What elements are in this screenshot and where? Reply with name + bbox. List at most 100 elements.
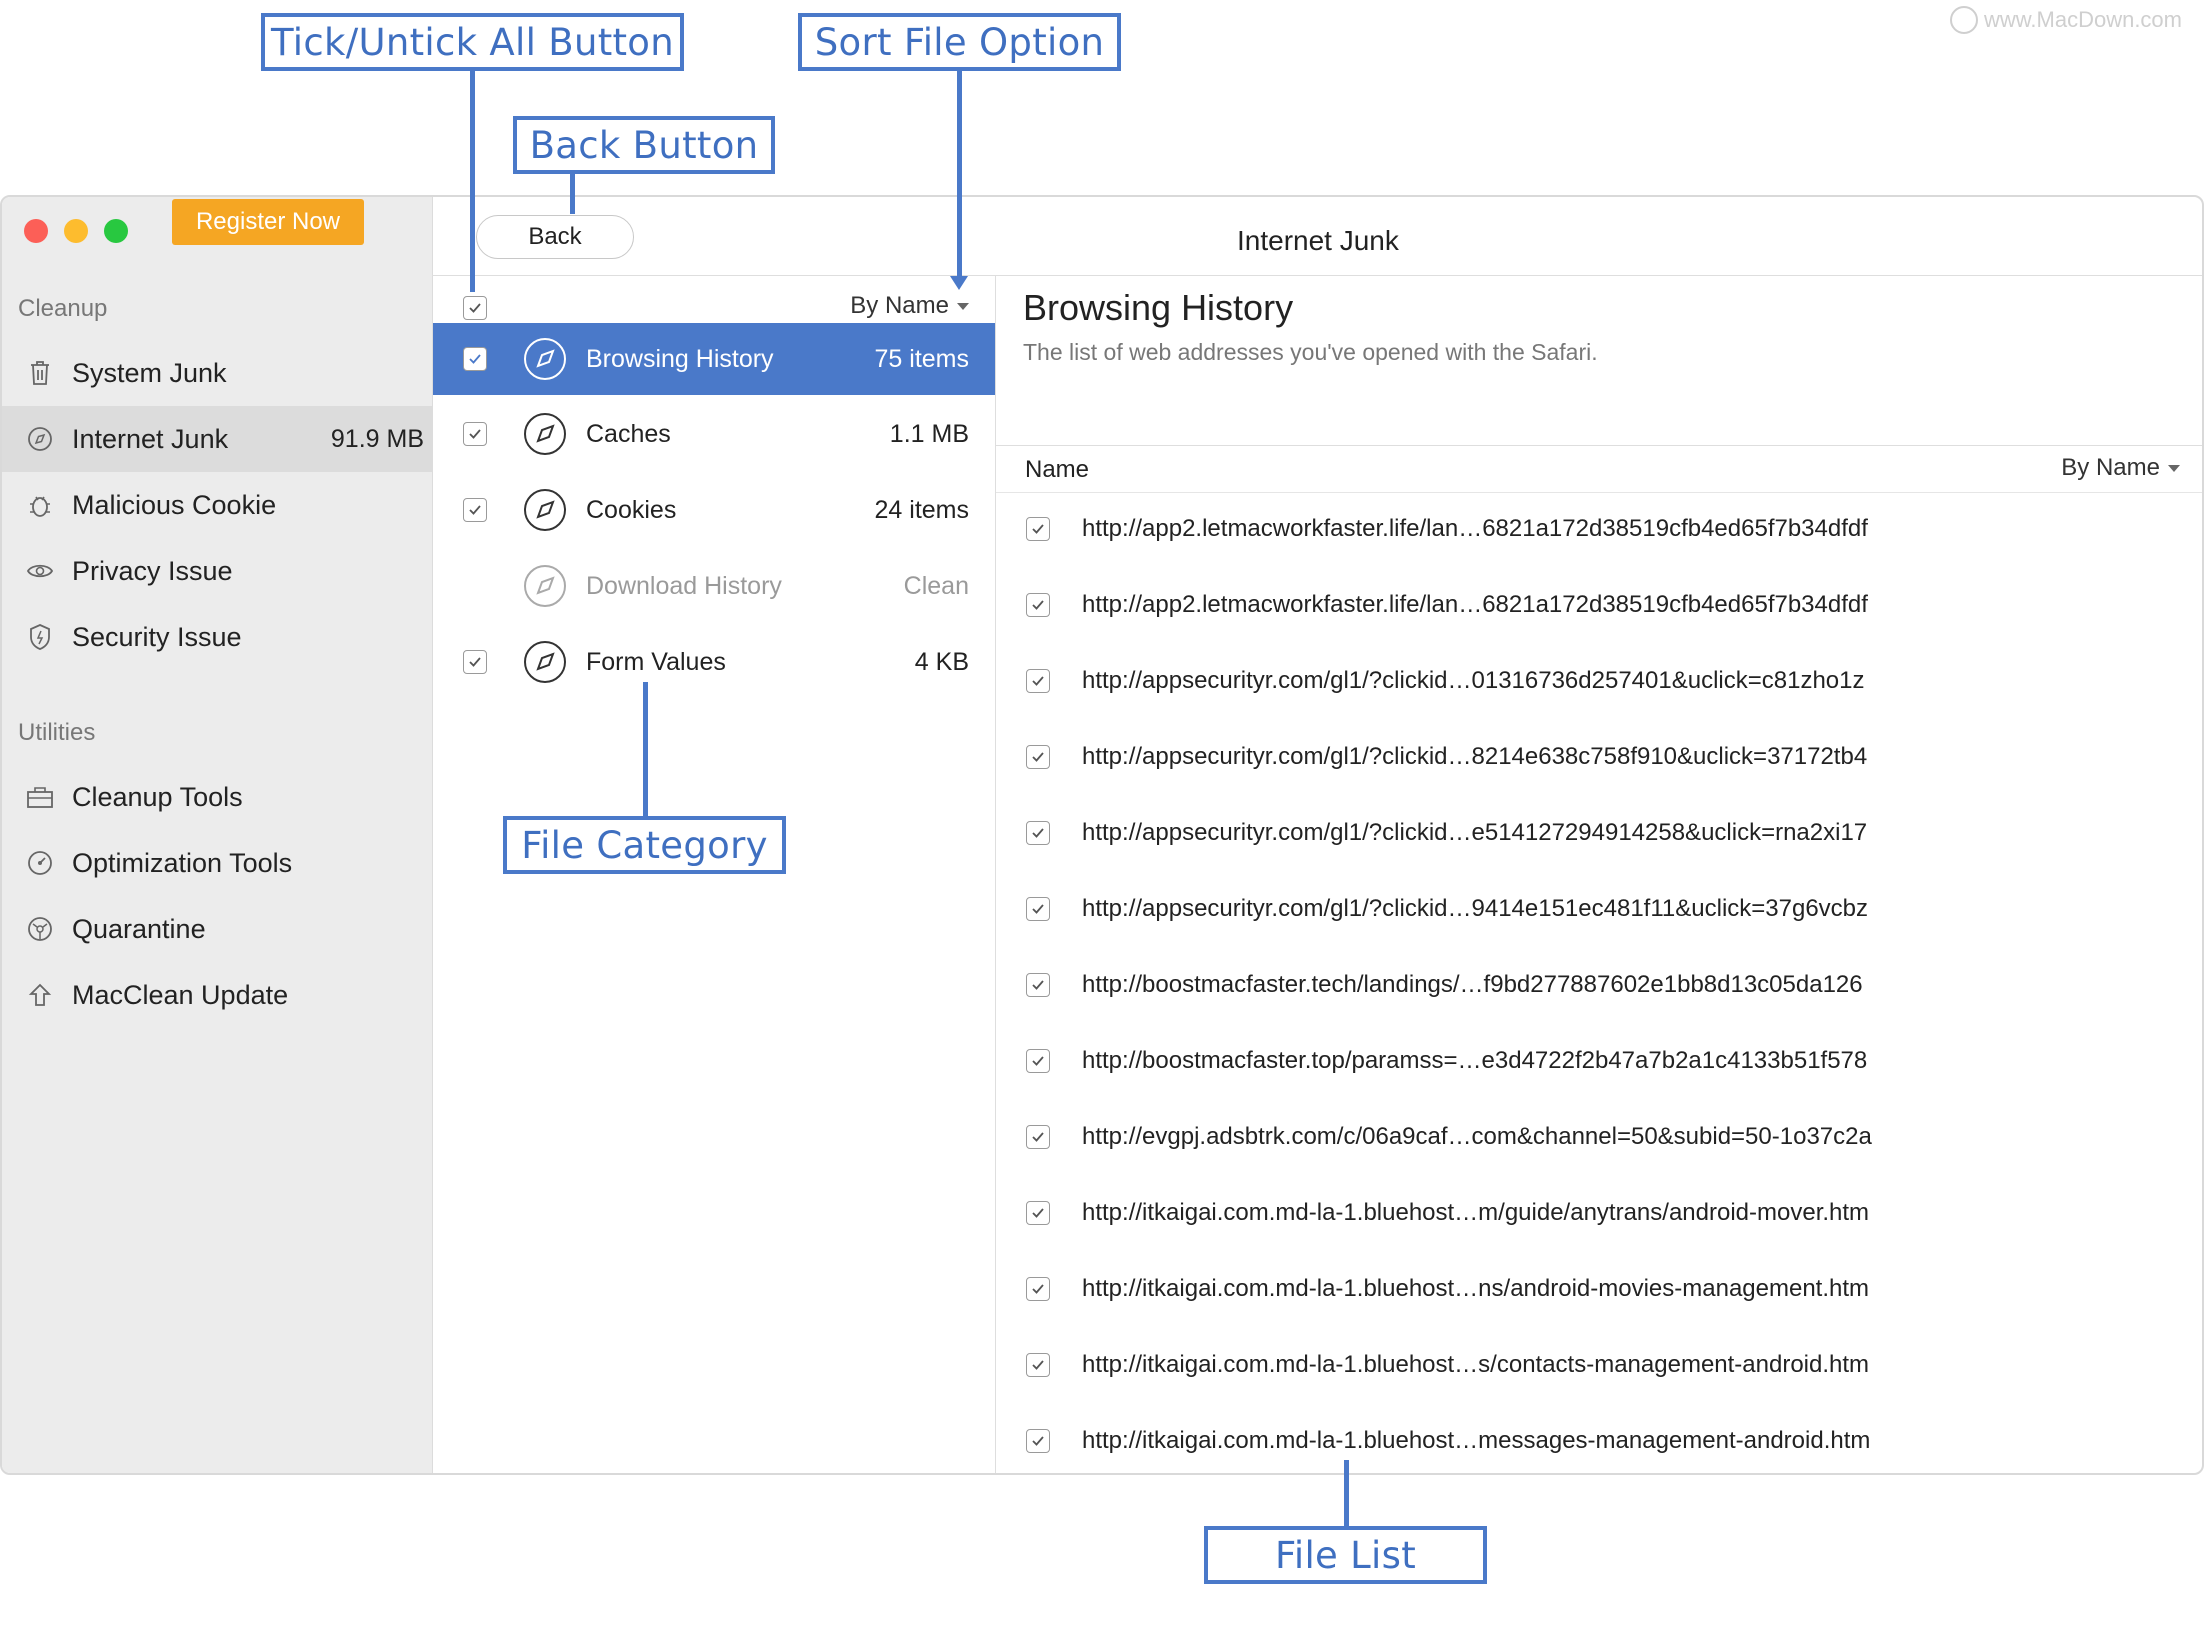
callout-back-button: Back Button bbox=[513, 116, 775, 174]
toolbox-icon bbox=[26, 783, 54, 811]
compass-icon bbox=[26, 425, 54, 453]
file-row[interactable]: http://evgpj.adsbtrk.com/c/06a9caf…com&c… bbox=[996, 1101, 2202, 1177]
checkmark-icon bbox=[1032, 1284, 1044, 1294]
file-checkbox[interactable] bbox=[1026, 1429, 1050, 1453]
file-url: http://app2.letmacworkfaster.life/lan…68… bbox=[1082, 591, 1868, 618]
file-checkbox[interactable] bbox=[1026, 973, 1050, 997]
category-name: Browsing History bbox=[586, 345, 774, 373]
file-checkbox[interactable] bbox=[1026, 517, 1050, 541]
sidebar-item-label: Malicious Cookie bbox=[72, 489, 277, 520]
checkmark-icon bbox=[469, 657, 481, 667]
watermark: www.MacDown.com bbox=[1949, 6, 2182, 34]
category-size: 1.1 MB bbox=[889, 420, 969, 448]
file-url: http://itkaigai.com.md-la-1.bluehost…s/c… bbox=[1082, 1351, 1870, 1378]
file-url: http://boostmacfaster.tech/landings/…f9b… bbox=[1082, 971, 1863, 998]
trash-icon bbox=[26, 359, 54, 387]
sidebar-item-label: MacClean Update bbox=[72, 979, 289, 1010]
sidebar-item-label: Internet Junk bbox=[72, 423, 229, 454]
upload-arrow-icon bbox=[26, 981, 54, 1009]
minimize-window-button[interactable] bbox=[64, 219, 88, 243]
category-checkbox[interactable] bbox=[463, 347, 487, 371]
file-row[interactable]: http://itkaigai.com.md-la-1.bluehost…mes… bbox=[996, 1405, 2202, 1473]
sidebar-item-system-junk[interactable]: System Junk bbox=[2, 340, 432, 406]
file-checkbox[interactable] bbox=[1026, 897, 1050, 921]
sidebar-item-malicious-cookie[interactable]: Malicious Cookie bbox=[2, 472, 432, 538]
file-checkbox[interactable] bbox=[1026, 1049, 1050, 1073]
file-checkbox[interactable] bbox=[1026, 1201, 1050, 1225]
sidebar-item-internet-junk[interactable]: Internet Junk 91.9 MB bbox=[2, 406, 432, 472]
file-url: http://itkaigai.com.md-la-1.bluehost…ns/… bbox=[1082, 1275, 1870, 1302]
file-row[interactable]: http://boostmacfaster.top/paramss=…e3d47… bbox=[996, 1025, 2202, 1101]
file-row[interactable]: http://appsecurityr.com/gl1/?clickid…e51… bbox=[996, 797, 2202, 873]
register-now-button[interactable]: Register Now bbox=[172, 199, 364, 245]
compass-icon bbox=[524, 641, 566, 683]
sidebar-item-macclean-update[interactable]: MacClean Update bbox=[2, 962, 432, 1028]
file-sort-dropdown[interactable]: By Name bbox=[2061, 454, 2180, 482]
file-checkbox[interactable] bbox=[1026, 593, 1050, 617]
category-row-caches[interactable]: Caches 1.1 MB bbox=[433, 398, 995, 470]
eye-icon bbox=[26, 557, 54, 585]
file-checkbox[interactable] bbox=[1026, 745, 1050, 769]
column-header-name[interactable]: Name bbox=[1025, 456, 1089, 484]
tick-all-checkbox[interactable] bbox=[463, 296, 487, 320]
category-name: Cookies bbox=[586, 496, 677, 524]
checkmark-icon bbox=[469, 429, 481, 439]
file-row[interactable]: http://boostmacfaster.tech/landings/…f9b… bbox=[996, 949, 2202, 1025]
window-title: Internet Junk bbox=[1237, 225, 1399, 256]
file-checkbox[interactable] bbox=[1026, 669, 1050, 693]
category-sort-dropdown[interactable]: By Name bbox=[850, 292, 969, 320]
close-window-button[interactable] bbox=[24, 219, 48, 243]
back-leader-line bbox=[570, 172, 575, 214]
compass-icon bbox=[524, 565, 566, 607]
category-name: Download History bbox=[586, 572, 782, 600]
compass-icon bbox=[524, 413, 566, 455]
category-panel: By Name Browsing History 75 items Caches… bbox=[433, 276, 996, 1473]
sidebar-item-security-issue[interactable]: Security Issue bbox=[2, 604, 432, 670]
callout-sort-file: Sort File Option bbox=[798, 13, 1121, 71]
file-row[interactable]: http://itkaigai.com.md-la-1.bluehost…s/c… bbox=[996, 1329, 2202, 1405]
category-checkbox[interactable] bbox=[463, 422, 487, 446]
compass-icon bbox=[524, 489, 566, 531]
checkmark-icon bbox=[1032, 676, 1044, 686]
sort-arrowhead bbox=[950, 276, 968, 290]
file-row[interactable]: http://itkaigai.com.md-la-1.bluehost…m/g… bbox=[996, 1177, 2202, 1253]
watermark-text: www.MacDown.com bbox=[1983, 7, 2182, 32]
file-row[interactable]: http://app2.letmacworkfaster.life/lan…68… bbox=[996, 569, 2202, 645]
category-row-browsing-history[interactable]: Browsing History 75 items bbox=[433, 323, 995, 395]
zoom-window-button[interactable] bbox=[104, 219, 128, 243]
checkmark-icon bbox=[469, 303, 481, 313]
sidebar-item-size: 91.9 MB bbox=[330, 424, 424, 453]
category-checkbox[interactable] bbox=[463, 498, 487, 522]
checkmark-icon bbox=[1032, 1208, 1044, 1218]
callout-tick-all: Tick/Untick All Button bbox=[261, 13, 684, 71]
category-name: Caches bbox=[586, 420, 671, 448]
callout-file-list: File List bbox=[1204, 1526, 1487, 1584]
sidebar-item-optimization-tools[interactable]: Optimization Tools bbox=[2, 830, 432, 896]
file-row[interactable]: http://appsecurityr.com/gl1/?clickid…941… bbox=[996, 873, 2202, 949]
callout-file-category: File Category bbox=[503, 816, 786, 874]
file-row[interactable]: http://itkaigai.com.md-la-1.bluehost…ns/… bbox=[996, 1253, 2202, 1329]
category-checkbox[interactable] bbox=[463, 650, 487, 674]
file-url: http://evgpj.adsbtrk.com/c/06a9caf…com&c… bbox=[1082, 1123, 1872, 1150]
file-checkbox[interactable] bbox=[1026, 1277, 1050, 1301]
file-row[interactable]: http://app2.letmacworkfaster.life/lan…68… bbox=[996, 493, 2202, 569]
sidebar-item-privacy-issue[interactable]: Privacy Issue bbox=[2, 538, 432, 604]
file-row[interactable]: http://appsecurityr.com/gl1/?clickid…013… bbox=[996, 645, 2202, 721]
category-row-form-values[interactable]: Form Values 4 KB bbox=[433, 626, 995, 698]
sidebar-item-label: Quarantine bbox=[72, 913, 206, 944]
category-row-download-history[interactable]: Download History Clean bbox=[433, 550, 995, 622]
checkmark-icon bbox=[1032, 828, 1044, 838]
file-checkbox[interactable] bbox=[1026, 1125, 1050, 1149]
back-button[interactable]: Back bbox=[476, 215, 634, 259]
file-checkbox[interactable] bbox=[1026, 821, 1050, 845]
file-url: http://appsecurityr.com/gl1/?clickid…821… bbox=[1082, 743, 1868, 770]
checkmark-icon bbox=[1032, 1056, 1044, 1066]
sidebar-item-cleanup-tools[interactable]: Cleanup Tools bbox=[2, 764, 432, 830]
file-checkbox[interactable] bbox=[1026, 1353, 1050, 1377]
gauge-icon bbox=[26, 849, 54, 877]
sidebar-item-quarantine[interactable]: Quarantine bbox=[2, 896, 432, 962]
file-url: http://appsecurityr.com/gl1/?clickid…013… bbox=[1082, 667, 1865, 694]
category-row-cookies[interactable]: Cookies 24 items bbox=[433, 474, 995, 546]
file-row[interactable]: http://appsecurityr.com/gl1/?clickid…821… bbox=[996, 721, 2202, 797]
sidebar-item-label: Optimization Tools bbox=[72, 847, 293, 878]
